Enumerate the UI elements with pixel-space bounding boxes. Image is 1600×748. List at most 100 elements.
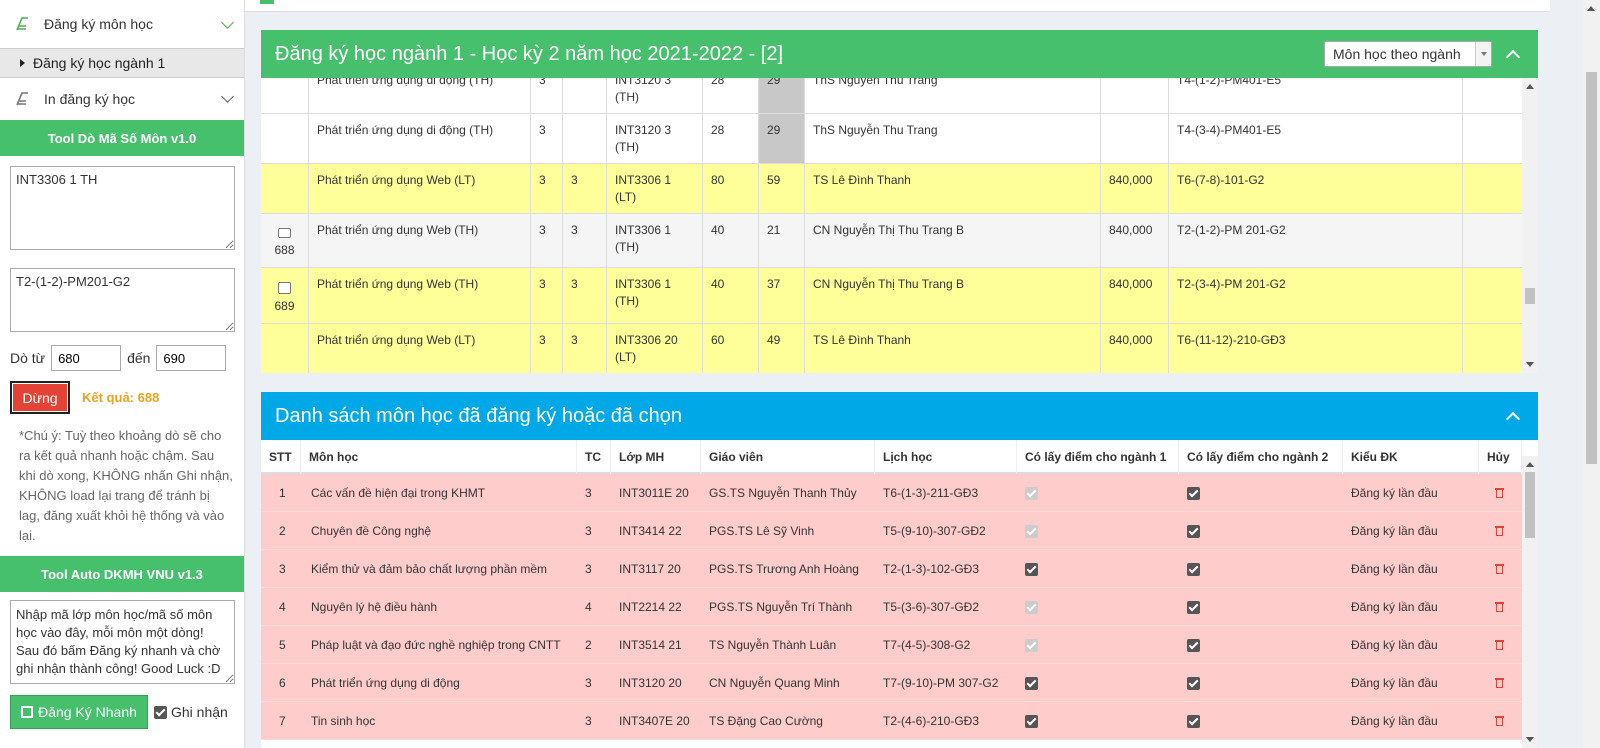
menu-print[interactable]: In đăng ký học <box>0 78 244 120</box>
col-credits: TC <box>577 440 611 474</box>
print-icon <box>14 90 32 108</box>
table-row: Phát triển ứng dụng Web (LT) 3 3 INT3306… <box>261 164 1522 214</box>
teacher: ThS Nguyễn Thu Trang <box>805 114 1101 163</box>
delete-icon[interactable] <box>1495 602 1504 612</box>
collapse-icon[interactable] <box>1505 49 1521 65</box>
credits-2: 3 <box>563 324 607 373</box>
menu-register[interactable]: Đăng ký môn học <box>0 0 244 48</box>
major2-checkbox[interactable] <box>1187 714 1200 728</box>
top-bar <box>245 0 1550 12</box>
major2-checkbox[interactable] <box>1187 562 1200 576</box>
major2-checkbox[interactable] <box>1187 486 1200 500</box>
credits: 3 <box>585 714 592 728</box>
major2-checkbox[interactable] <box>1187 600 1200 614</box>
credits: 3 <box>531 78 563 113</box>
scroll-down-icon[interactable] <box>1526 362 1534 367</box>
scrollbar-thumb[interactable] <box>1525 472 1535 538</box>
row-select-cell <box>261 324 309 373</box>
major2-checkbox[interactable] <box>1187 524 1200 538</box>
credits-2: 3 <box>563 268 607 323</box>
range-to-label: đến <box>127 350 151 366</box>
major2-checkbox[interactable] <box>1187 676 1200 690</box>
course-offering-title: Đăng ký học ngành 1 - Học kỳ 2 năm học 2… <box>275 42 784 65</box>
credits: 4 <box>585 600 592 614</box>
table-row: 3 Kiểm thử và đảm bảo chất lượng phần mề… <box>261 550 1522 588</box>
row-select-cell <box>261 114 309 163</box>
register-type: Đăng ký lần đầu <box>1351 638 1438 652</box>
course-offering-panel: Đăng ký học ngành 1 - Học kỳ 2 năm học 2… <box>261 30 1538 373</box>
quick-register-button[interactable]: Đăng Ký Nhanh <box>10 695 148 729</box>
menu-register-sub[interactable]: Đăng ký học ngành 1 <box>0 48 244 78</box>
register-type: Đăng ký lần đầu <box>1351 486 1438 500</box>
schedule: T2-(4-6)-210-GĐ3 <box>883 714 980 728</box>
delete-icon[interactable] <box>1495 716 1504 726</box>
max-students: 60 <box>703 324 759 373</box>
row-stt: 6 <box>279 676 286 690</box>
dropdown-arrow-icon <box>1475 42 1491 66</box>
col-class-code: Lớp MH <box>611 440 701 474</box>
class-code: INT3306 1 (TH) <box>607 214 703 267</box>
record-checkbox[interactable]: Ghi nhận <box>154 704 228 720</box>
menu-register-sub-label: Đăng ký học ngành 1 <box>33 55 166 71</box>
collapse-icon[interactable] <box>1505 411 1521 427</box>
credits: 3 <box>531 164 563 213</box>
course-name: Tin sinh học <box>311 714 376 728</box>
table-scrollbar[interactable] <box>1522 78 1538 373</box>
delete-icon[interactable] <box>1495 640 1504 650</box>
credits: 3 <box>531 114 563 163</box>
col-stt: STT <box>261 440 301 474</box>
table-row: 6 Phát triển ứng dụng di động 3 INT3120 … <box>261 664 1522 702</box>
delete-icon[interactable] <box>1495 564 1504 574</box>
row-checkbox[interactable] <box>278 228 291 238</box>
major1-checkbox[interactable] <box>1025 562 1038 576</box>
filter-select[interactable]: Môn học theo ngành <box>1324 41 1492 67</box>
major1-checkbox <box>1025 524 1038 538</box>
window-scrollbar[interactable] <box>1583 0 1600 748</box>
max-students: 28 <box>703 78 759 113</box>
col-major1: Có lấy điểm cho ngành 1 <box>1017 440 1179 474</box>
registered-table-header: STT Môn học TC Lớp MH Giáo viên Lịch học… <box>261 440 1522 474</box>
course-name: Phát triển ứng dụng Web (TH) <box>309 214 531 267</box>
scrollbar-thumb[interactable] <box>1525 288 1535 304</box>
class-code: INT3407E 20 <box>619 714 690 728</box>
row-select-cell: 688 <box>261 214 309 267</box>
major2-checkbox[interactable] <box>1187 638 1200 652</box>
scroll-up-icon[interactable] <box>1587 6 1595 11</box>
table-scrollbar[interactable] <box>1522 456 1538 748</box>
checkbox-checked-icon[interactable] <box>154 705 167 719</box>
row-stt: 1 <box>279 486 286 500</box>
scrollbar-thumb[interactable] <box>1586 72 1597 464</box>
register-type: Đăng ký lần đầu <box>1351 524 1438 538</box>
col-major2: Có lấy điểm cho ngành 2 <box>1179 440 1343 474</box>
tool2-title: Tool Auto DKMH VNU v1.3 <box>0 556 244 592</box>
stop-button[interactable]: Dừng <box>10 381 70 414</box>
sidebar: Đăng ký môn học Đăng ký học ngành 1 In đ… <box>0 0 245 748</box>
scroll-up-icon[interactable] <box>1526 462 1534 467</box>
course-list-input[interactable]: Nhập mã lớp môn học/mã số môn học vào đâ… <box>10 600 235 684</box>
credits: 3 <box>585 524 592 538</box>
register-type: Đăng ký lần đầu <box>1351 600 1438 614</box>
registered-count: 37 <box>759 268 805 323</box>
row-checkbox[interactable] <box>278 282 291 294</box>
major1-checkbox[interactable] <box>1025 714 1038 728</box>
major1-checkbox <box>1025 600 1038 614</box>
major1-checkbox[interactable] <box>1025 676 1038 690</box>
range-to-input[interactable] <box>156 345 227 371</box>
delete-icon[interactable] <box>1495 526 1504 536</box>
delete-icon[interactable] <box>1495 678 1504 688</box>
teacher: GS.TS Nguyễn Thanh Thủy <box>709 486 857 500</box>
course-offering-table: Phát triển ứng dụng di động (TH) 3 INT31… <box>261 78 1522 373</box>
range-from-input[interactable] <box>51 345 122 371</box>
row-stt: 3 <box>279 562 286 576</box>
course-code-input[interactable]: INT3306 1 TH <box>10 166 235 250</box>
scroll-down-icon[interactable] <box>1526 737 1534 742</box>
max-students: 28 <box>703 114 759 163</box>
teacher: TS Đặng Cao Cường <box>709 714 823 728</box>
course-name: Pháp luật và đạo đức nghề nghiệp trong C… <box>311 638 561 652</box>
scroll-up-icon[interactable] <box>1526 84 1534 89</box>
schedule: T4-(1-2)-PM401-E5 <box>1169 78 1463 113</box>
schedule-input[interactable]: T2-(1-2)-PM201-G2 <box>10 268 235 332</box>
delete-icon[interactable] <box>1495 488 1504 498</box>
table-row: 688 Phát triển ứng dụng Web (TH) 3 3 INT… <box>261 214 1522 268</box>
fee: 840,000 <box>1101 268 1169 323</box>
